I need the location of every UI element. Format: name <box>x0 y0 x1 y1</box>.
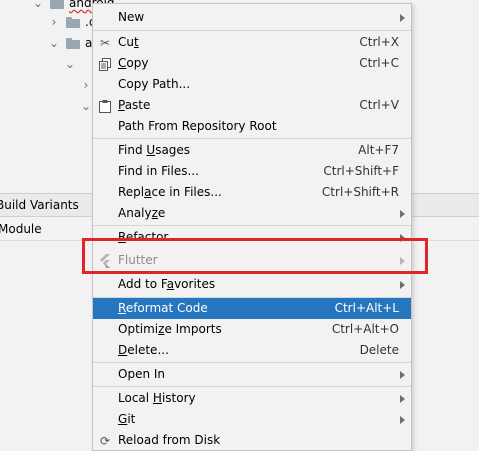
shortcut: Ctrl+C <box>359 56 399 70</box>
menu-item-local-history[interactable]: Local History <box>93 388 411 409</box>
menu-item-label: Path From Repository Root <box>118 119 277 133</box>
shortcut: Ctrl+Alt+O <box>331 322 399 336</box>
menu-item-reload-from-disk[interactable]: ⟳ Reload from Disk <box>93 430 411 451</box>
reload-icon: ⟳ <box>99 434 111 448</box>
menu-item-find-in-files[interactable]: Find in Files... Ctrl+Shift+F <box>93 161 411 182</box>
scissors-icon: ✂ <box>99 36 111 50</box>
menu-item-new[interactable]: New <box>93 7 411 28</box>
highlight-box <box>82 238 428 274</box>
menu-item-label: Add to Favorites <box>118 277 216 291</box>
menu-item-delete[interactable]: Delete... Delete <box>93 340 411 361</box>
copy-icon <box>97 56 113 72</box>
folder-icon <box>50 0 64 9</box>
menu-item-add-to-favorites[interactable]: Add to Favorites <box>93 274 411 295</box>
shortcut: Ctrl+Shift+R <box>321 185 399 199</box>
build-variants-title: Build Variants <box>0 198 79 212</box>
menu-item-paste[interactable]: Paste Ctrl+V <box>93 95 411 116</box>
menu-item-label: Delete... <box>118 343 169 357</box>
menu-separator <box>93 386 411 387</box>
chevron-down-icon[interactable]: ⌄ <box>48 36 60 50</box>
tree-row-dot[interactable]: › .c <box>48 11 96 33</box>
menu-item-optimize-imports[interactable]: Optimize Imports Ctrl+Alt+O <box>93 319 411 340</box>
tree-row-collapsed[interactable]: ⌄ <box>80 95 92 117</box>
menu-item-cut[interactable]: ✂ Cut Ctrl+X <box>93 32 411 53</box>
menu-item-label: Replace in Files... <box>118 185 222 199</box>
folder-icon <box>66 16 80 28</box>
module-column-header: Module <box>0 222 42 236</box>
menu-separator <box>93 138 411 139</box>
menu-item-label: Copy <box>118 56 149 70</box>
menu-item-reformat-code[interactable]: Reformat Code Ctrl+Alt+L <box>93 298 411 319</box>
submenu-arrow-icon <box>400 371 405 379</box>
shortcut: Ctrl+V <box>359 98 399 112</box>
menu-item-label: Copy Path... <box>118 77 191 91</box>
menu-separator <box>93 362 411 363</box>
menu-item-label: Optimize Imports <box>118 322 222 336</box>
shortcut: Alt+F7 <box>358 143 399 157</box>
tree-row-collapsed[interactable]: › <box>80 74 92 96</box>
menu-item-git[interactable]: Git <box>93 409 411 430</box>
chevron-down-icon[interactable]: ⌄ <box>32 0 44 10</box>
menu-item-label: Analyze <box>118 206 166 220</box>
menu-item-label: Find in Files... <box>118 164 199 178</box>
menu-item-copy-path[interactable]: Copy Path... <box>93 74 411 95</box>
chevron-right-icon[interactable]: › <box>80 78 92 92</box>
menu-item-label: Git <box>118 412 136 426</box>
tree-row-a[interactable]: ⌄ a <box>48 32 92 54</box>
menu-item-path-from-repo-root[interactable]: Path From Repository Root <box>93 116 411 137</box>
menu-item-find-usages[interactable]: Find Usages Alt+F7 <box>93 140 411 161</box>
menu-item-label: Paste <box>118 98 151 112</box>
shortcut: Ctrl+Shift+F <box>323 164 399 178</box>
menu-item-label: Cut <box>118 35 139 49</box>
folder-icon <box>66 37 80 49</box>
context-menu: New ✂ Cut Ctrl+X Copy Ctrl+C Copy Path..… <box>92 3 412 451</box>
menu-item-label: Find Usages <box>118 143 191 157</box>
clipboard-icon <box>97 98 113 114</box>
menu-item-label: Open In <box>118 367 166 381</box>
menu-item-label: Reload from Disk <box>118 433 221 447</box>
submenu-arrow-icon <box>400 395 405 403</box>
menu-item-copy[interactable]: Copy Ctrl+C <box>93 53 411 74</box>
submenu-arrow-icon <box>400 416 405 424</box>
submenu-arrow-icon <box>400 14 405 22</box>
shortcut: Ctrl+Alt+L <box>334 301 399 315</box>
menu-item-label: New <box>118 10 145 24</box>
menu-separator <box>93 30 411 31</box>
submenu-arrow-icon <box>400 210 405 218</box>
shortcut: Ctrl+X <box>359 35 399 49</box>
menu-item-replace-in-files[interactable]: Replace in Files... Ctrl+Shift+R <box>93 182 411 203</box>
menu-item-analyze[interactable]: Analyze <box>93 203 411 224</box>
shortcut: Delete <box>359 343 399 357</box>
menu-item-label: Reformat Code <box>118 301 208 315</box>
menu-item-open-in[interactable]: Open In <box>93 364 411 385</box>
chevron-right-icon[interactable]: › <box>48 15 60 29</box>
chevron-down-icon[interactable]: ⌄ <box>80 99 92 113</box>
tree-row-collapsed[interactable]: ⌄ <box>64 53 76 75</box>
chevron-down-icon[interactable]: ⌄ <box>64 57 76 71</box>
submenu-arrow-icon <box>400 281 405 289</box>
menu-item-label: Local History <box>118 391 196 405</box>
menu-separator <box>93 225 411 226</box>
